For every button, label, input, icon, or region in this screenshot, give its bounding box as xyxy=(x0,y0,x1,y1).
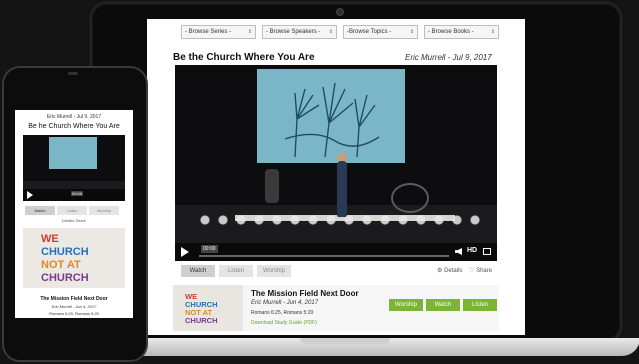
browse-books-select[interactable]: - Browse Books - ⇕ xyxy=(424,25,499,39)
browse-topics-select[interactable]: -Browse Topics - ⇕ xyxy=(343,25,418,39)
watch-button[interactable]: Watch xyxy=(426,299,460,311)
projection-screen xyxy=(49,137,97,169)
video-controls: 00:00 HD xyxy=(175,243,497,261)
progress-bar[interactable] xyxy=(199,255,449,257)
worship-button[interactable]: Worship xyxy=(389,299,423,311)
laptop-base-notch xyxy=(300,338,390,344)
tab-listen[interactable]: Listen xyxy=(219,265,253,277)
sermon-thumbnail[interactable]: WE CHURCH NOT AT CHURCH xyxy=(173,285,243,331)
art-line: CHURCH xyxy=(185,316,218,325)
details-link[interactable]: ⚙ Details xyxy=(437,267,462,274)
share-label: Share xyxy=(476,268,493,274)
listen-button[interactable]: Listen xyxy=(463,299,497,311)
hd-toggle[interactable]: HD xyxy=(467,247,477,254)
phone-media-tabs: Watch Listen Worship xyxy=(25,206,119,215)
tab-worship[interactable]: Worship xyxy=(89,206,119,215)
video-player[interactable]: 00:00 HD xyxy=(175,65,497,261)
browse-speakers-select[interactable]: - Browse Speakers - ⇕ xyxy=(262,25,337,39)
sermon-list-item[interactable]: WE CHURCH NOT AT CHURCH The Mission Fiel… xyxy=(173,285,499,331)
media-tabs: Watch Listen Worship xyxy=(181,265,291,277)
phone-details-share[interactable]: Details Share xyxy=(15,218,133,223)
sermon-title[interactable]: The Mission Field Next Door xyxy=(251,289,359,298)
phone-video-title: Be he Church Where You Are xyxy=(28,123,120,130)
sermon-actions: Worship Watch Listen xyxy=(389,299,497,311)
phone-speaker-icon xyxy=(68,72,78,75)
tab-worship[interactable]: Worship xyxy=(257,265,291,277)
video-meta: Eric Murrell - Jul 9, 2017 xyxy=(405,53,492,62)
tab-watch[interactable]: Watch xyxy=(181,265,215,277)
chevron-updown-icon: ⇕ xyxy=(328,29,333,35)
browse-speakers-label: - Browse Speakers - xyxy=(266,29,321,35)
phone-sermon-thumbnail[interactable]: WE CHURCH NOT AT CHURCH xyxy=(23,228,125,288)
phone-sermon-meta: Eric Murrell - Jun 4, 2017 xyxy=(51,304,97,309)
phone-video-controls: 00:00 xyxy=(23,189,125,201)
art-line: NOT AT xyxy=(41,259,81,271)
chevron-updown-icon: ⇕ xyxy=(490,29,495,35)
phone-sermon-title[interactable]: The Mission Field Next Door xyxy=(15,296,133,302)
time-badge: 00:00 xyxy=(201,245,218,253)
browse-series-label: - Browse Series - xyxy=(185,29,232,35)
laptop-screen: - Browse Series - ⇕ - Browse Speakers - ⇕ … xyxy=(147,19,525,335)
musician xyxy=(265,169,279,203)
phone-time-badge: 00:00 xyxy=(71,191,84,196)
phone-screen: Eric Murrell - Jul 9, 2017 Be he Church … xyxy=(15,110,133,318)
share-link[interactable]: ♡ Share xyxy=(469,267,492,274)
play-icon[interactable] xyxy=(181,247,189,257)
volume-icon[interactable] xyxy=(455,248,462,255)
fullscreen-icon[interactable] xyxy=(483,248,491,255)
video-title: Be the Church Where You Are xyxy=(173,52,315,63)
art-line: CHURCH xyxy=(41,246,89,258)
phone-video-meta: Eric Murrell - Jul 9, 2017 xyxy=(46,114,102,120)
sermon-scripture: Romans 6:25, Romans 5:20 xyxy=(251,310,314,316)
art-line: WE xyxy=(41,233,59,245)
sermon-art: WE CHURCH NOT AT CHURCH xyxy=(185,292,218,325)
browse-series-select[interactable]: - Browse Series - ⇕ xyxy=(181,25,256,39)
chevron-updown-icon: ⇕ xyxy=(247,29,252,35)
browse-books-label: - Browse Books - xyxy=(428,29,474,35)
sermon-art: WE CHURCH NOT AT CHURCH xyxy=(41,233,89,284)
tab-listen[interactable]: Listen xyxy=(57,206,87,215)
drum-kit xyxy=(391,183,429,213)
share-icon: ♡ xyxy=(469,268,475,274)
art-line: CHURCH xyxy=(41,272,89,284)
browse-filters: - Browse Series - ⇕ - Browse Speakers - ⇕ … xyxy=(181,25,499,39)
study-guide-link[interactable]: Download Study Guide (PDF) xyxy=(251,320,317,326)
speaker xyxy=(337,161,347,217)
phone-sermon-scripture: Romans 6:25, Romans 5:20 xyxy=(49,311,99,316)
chevron-updown-icon: ⇕ xyxy=(409,29,414,35)
laptop-camera-icon xyxy=(336,8,344,16)
hands-illustration xyxy=(284,82,380,157)
stage-flowers xyxy=(195,213,485,227)
sermon-meta: Eric Murrell - Jun 4, 2017 xyxy=(251,300,319,306)
details-label: Details xyxy=(444,268,463,274)
play-icon[interactable] xyxy=(27,191,33,199)
gear-icon: ⚙ xyxy=(437,268,443,274)
tab-watch[interactable]: Watch xyxy=(25,206,55,215)
phone-video-player[interactable]: 00:00 xyxy=(23,135,125,201)
browse-topics-label: -Browse Topics - xyxy=(347,29,392,35)
